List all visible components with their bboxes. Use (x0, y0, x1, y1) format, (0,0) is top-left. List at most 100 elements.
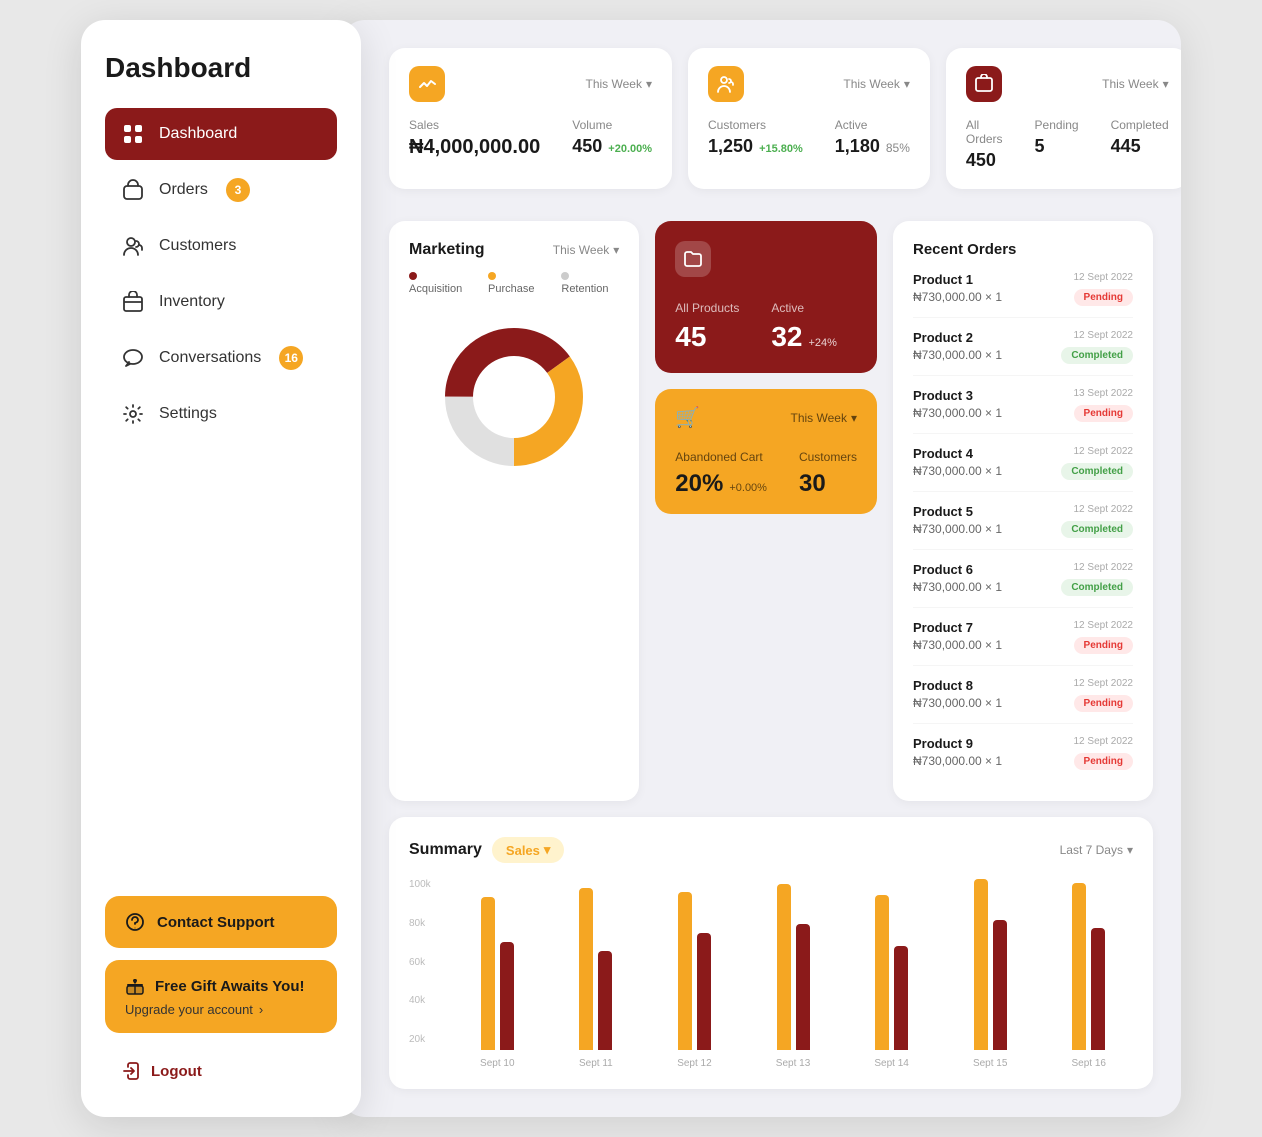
product-cart-stack: All Products 45 Active 32 +24% (655, 221, 877, 801)
bar-x-label: Sept 10 (480, 1058, 514, 1069)
bar-red (500, 942, 514, 1050)
customers-icon-box (708, 66, 744, 102)
order-amount: ₦730,000.00 × 1 (913, 580, 1002, 594)
order-row: Product 2 ₦730,000.00 × 1 12 Sept 2022 C… (913, 330, 1133, 376)
order-row: Product 4 ₦730,000.00 × 1 12 Sept 2022 C… (913, 446, 1133, 492)
orders-icon-box (966, 66, 1002, 102)
order-amount: ₦730,000.00 × 1 (913, 696, 1002, 710)
order-date: 12 Sept 2022 (1074, 678, 1134, 689)
bar-gold (1072, 883, 1086, 1050)
order-date: 13 Sept 2022 (1074, 388, 1134, 399)
order-amount: ₦730,000.00 × 1 (913, 290, 1002, 304)
y-label-80k: 80k (409, 918, 445, 929)
cart-period[interactable]: This Week ▾ (790, 411, 857, 425)
gift-title: Free Gift Awaits You! (125, 976, 317, 996)
sidebar-item-dashboard[interactable]: Dashboard (105, 108, 337, 160)
contact-support-label: Contact Support (157, 914, 275, 931)
order-row: Product 6 ₦730,000.00 × 1 12 Sept 2022 C… (913, 562, 1133, 608)
orders-stat-card: This Week ▾ All Orders 450 Pending 5 (946, 48, 1181, 189)
sales-period[interactable]: This Week ▾ (586, 77, 653, 91)
sidebar-title: Dashboard (105, 52, 337, 84)
bar-gold (481, 897, 495, 1050)
orders-nav-label: Orders (159, 181, 208, 199)
status-badge: Pending (1074, 753, 1133, 770)
sidebar: Dashboard Dashboard (81, 20, 361, 1117)
bar-x-label: Sept 12 (677, 1058, 711, 1069)
donut-svg (434, 317, 594, 477)
order-date: 12 Sept 2022 (1074, 272, 1134, 283)
bar-x-label: Sept 16 (1072, 1058, 1106, 1069)
sales-stat-card: This Week ▾ Sales ₦4,000,000.00 Volume (389, 48, 672, 189)
logout-button[interactable]: Logout (105, 1053, 337, 1089)
sidebar-nav: Dashboard Orders 3 (105, 108, 337, 444)
bar-x-label: Sept 13 (776, 1058, 810, 1069)
settings-nav-label: Settings (159, 405, 217, 423)
bar-red (796, 924, 810, 1050)
customers-stat-card: This Week ▾ Customers 1,250 +15.80% (688, 48, 930, 189)
sidebar-item-customers[interactable]: Customers (105, 220, 337, 272)
sidebar-item-inventory[interactable]: Inventory (105, 276, 337, 328)
order-row: Product 1 ₦730,000.00 × 1 12 Sept 2022 P… (913, 272, 1133, 318)
bar-gold (678, 892, 692, 1050)
chat-icon (121, 346, 145, 370)
status-badge: Pending (1074, 637, 1133, 654)
recent-orders-card: Recent Orders Product 1 ₦730,000.00 × 1 … (893, 221, 1153, 801)
users-icon (121, 234, 145, 258)
sidebar-item-orders[interactable]: Orders 3 (105, 164, 337, 216)
order-name: Product 6 (913, 562, 1002, 577)
order-name: Product 1 (913, 272, 1002, 287)
grid-icon (121, 122, 145, 146)
logout-label: Logout (151, 1063, 202, 1080)
orders-period[interactable]: This Week ▾ (1102, 77, 1169, 91)
order-date: 12 Sept 2022 (1061, 562, 1133, 573)
gift-upgrade-button[interactable]: Free Gift Awaits You! Upgrade your accou… (105, 960, 337, 1033)
content-area: This Week ▾ Sales ₦4,000,000.00 Volume (389, 48, 1153, 1089)
status-badge: Pending (1074, 289, 1133, 306)
marketing-card: Marketing This Week ▾ Acquisition (389, 221, 639, 801)
gear-icon (121, 402, 145, 426)
orders-list: Product 1 ₦730,000.00 × 1 12 Sept 2022 P… (913, 272, 1133, 781)
order-date: 12 Sept 2022 (1074, 736, 1134, 747)
bar-group: Sept 12 (650, 860, 739, 1069)
order-amount: ₦730,000.00 × 1 (913, 638, 1002, 652)
marketing-legend: Acquisition Purchase Retention (409, 271, 619, 295)
order-name: Product 9 (913, 736, 1002, 751)
bag-icon (121, 178, 145, 202)
bar-group: Sept 16 (1044, 860, 1133, 1069)
bar-gold (777, 884, 791, 1050)
order-date: 12 Sept 2022 (1074, 620, 1134, 631)
y-axis: 100k 80k 60k 40k 20k (409, 879, 445, 1069)
order-row: Product 5 ₦730,000.00 × 1 12 Sept 2022 C… (913, 504, 1133, 550)
y-label-100k: 100k (409, 879, 445, 890)
order-date: 12 Sept 2022 (1061, 330, 1133, 341)
y-label-60k: 60k (409, 957, 445, 968)
order-name: Product 8 (913, 678, 1002, 693)
order-row: Product 8 ₦730,000.00 × 1 12 Sept 2022 P… (913, 678, 1133, 724)
bar-gold (974, 879, 988, 1050)
order-name: Product 2 (913, 330, 1002, 345)
sidebar-item-settings[interactable]: Settings (105, 388, 337, 440)
legend-acquisition: Acquisition (409, 271, 472, 295)
middle-left: Marketing This Week ▾ Acquisition (389, 221, 877, 801)
contact-support-button[interactable]: Contact Support (105, 896, 337, 948)
bar-x-label: Sept 11 (579, 1058, 613, 1069)
order-amount: ₦730,000.00 × 1 (913, 754, 1002, 768)
marketing-period[interactable]: This Week ▾ (553, 243, 620, 257)
bars-area: Sept 10 Sept 11 Sept 12 Sept 13 Sept 14 Sept … (453, 879, 1133, 1069)
y-label-40k: 40k (409, 995, 445, 1006)
conversations-nav-label: Conversations (159, 349, 261, 367)
order-row: Product 9 ₦730,000.00 × 1 12 Sept 2022 P… (913, 736, 1133, 781)
cart-icon: 🛒 (675, 405, 700, 430)
bar-x-label: Sept 14 (874, 1058, 908, 1069)
status-badge: Completed (1061, 463, 1133, 480)
products-card: All Products 45 Active 32 +24% (655, 221, 877, 373)
sidebar-item-conversations[interactable]: Conversations 16 (105, 332, 337, 384)
customers-nav-label: Customers (159, 237, 236, 255)
order-row: Product 7 ₦730,000.00 × 1 12 Sept 2022 P… (913, 620, 1133, 666)
status-badge: Pending (1074, 695, 1133, 712)
customers-period[interactable]: This Week ▾ (843, 77, 910, 91)
dashboard-nav-label: Dashboard (159, 125, 237, 143)
summary-period[interactable]: Last 7 Days ▾ (1060, 843, 1133, 857)
chart-with-yaxis: 100k 80k 60k 40k 20k Sept 10Sept 11Sept … (409, 879, 1133, 1069)
order-amount: ₦730,000.00 × 1 (913, 464, 1002, 478)
